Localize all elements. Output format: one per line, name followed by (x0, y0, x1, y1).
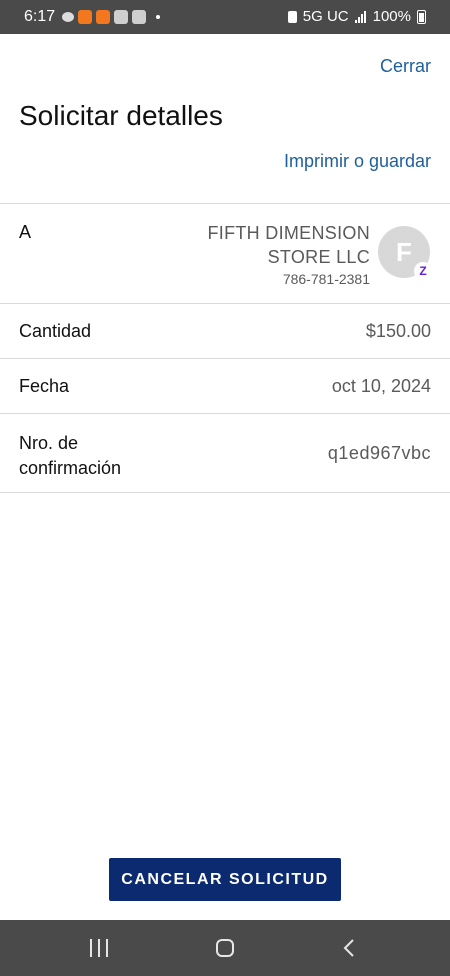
dot-icon (156, 15, 160, 19)
amount-label: Cantidad (19, 321, 92, 341)
zelle-badge-icon: Z (414, 262, 432, 280)
confirmation-label: Nro. de confirmación (19, 431, 121, 481)
recipient-name: FIFTH DIMENSION STORE LLC (170, 221, 370, 269)
temu-icon (78, 10, 92, 24)
zelle-badge-symbol: Z (419, 264, 427, 278)
date-value: oct 10, 2024 (331, 376, 431, 396)
network-label: 5G UC (302, 8, 349, 25)
photo-icon (132, 10, 146, 24)
recipient-name-line2: STORE LLC (267, 247, 370, 267)
signal-icon (354, 10, 367, 23)
detail-row-confirmation: Nro. de confirmación q1ed967vbc (0, 413, 450, 493)
page-title: Solicitar detalles (19, 100, 223, 131)
detail-row-recipient: A FIFTH DIMENSION STORE LLC 786-781-2381… (0, 203, 450, 303)
status-right: 5G UC 100% (287, 8, 426, 25)
date-label: Fecha (19, 376, 70, 396)
back-icon[interactable] (342, 938, 356, 958)
recipient-name-line1: FIFTH DIMENSION (207, 223, 370, 243)
avatar-initial: F (396, 236, 412, 267)
print-or-save-link[interactable]: Imprimir o guardar (284, 151, 431, 172)
system-nav-bar (0, 920, 450, 976)
amount-value: $150.00 (365, 321, 431, 341)
cancel-request-button[interactable]: CANCELAR SOLICITUD (109, 858, 341, 901)
recipient-phone: 786-781-2381 (282, 271, 370, 287)
confirmation-label-line1: Nro. de (19, 433, 79, 453)
home-icon[interactable] (216, 939, 234, 957)
recents-icon[interactable] (90, 939, 108, 957)
recipient-label: A (19, 222, 32, 242)
message-icon (62, 12, 74, 22)
status-time: 6:17 (24, 8, 56, 25)
notification-icons (62, 10, 160, 24)
status-bar: 6:17 5G UC 100% (0, 0, 450, 34)
close-link[interactable]: Cerrar (380, 56, 431, 77)
confirmation-value: q1ed967vbc (327, 443, 431, 463)
detail-row-amount: Cantidad $150.00 (0, 303, 450, 358)
temu-icon (96, 10, 110, 24)
photo-icon (114, 10, 128, 24)
detail-row-date: Fecha oct 10, 2024 (0, 358, 450, 413)
battery-icon (417, 9, 426, 24)
confirmation-label-line2: confirmación (19, 458, 122, 478)
lock-icon (287, 10, 297, 23)
battery-label: 100% (372, 8, 411, 25)
